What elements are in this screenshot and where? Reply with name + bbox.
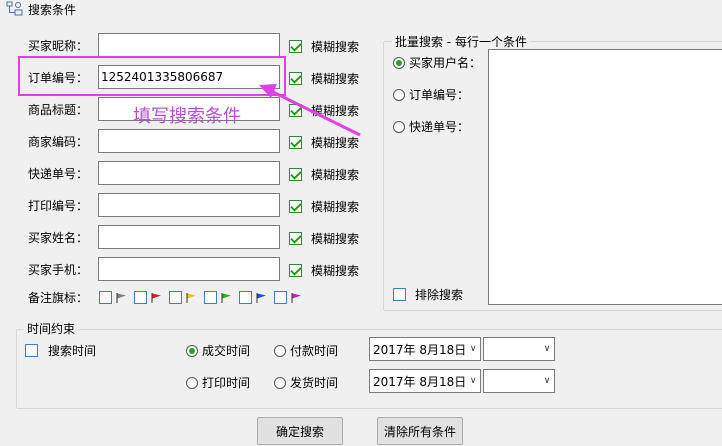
clear-conditions-button[interactable]: 清除所有条件 xyxy=(377,417,463,445)
search-conditions-icon xyxy=(6,1,23,16)
search-field-row: 买家昵称： 模糊搜索 xyxy=(0,33,380,57)
batch-option-label: 快递单号： xyxy=(409,120,470,134)
field-input[interactable] xyxy=(98,257,280,281)
red-flag-icon xyxy=(151,292,161,303)
flag-checkbox[interactable] xyxy=(204,291,217,304)
fuzzy-search-label: 模糊搜索 xyxy=(311,264,360,278)
field-label: 打印编号： xyxy=(27,199,88,213)
time-to-select[interactable]: ∨ xyxy=(483,369,555,393)
fuzzy-search-label: 模糊搜索 xyxy=(311,40,360,54)
time-from-select[interactable]: ∨ xyxy=(483,337,555,361)
batch-option-label: 买家用户名： xyxy=(409,56,482,70)
confirm-search-button[interactable]: 确定搜索 xyxy=(257,417,343,445)
field-label: 快递单号： xyxy=(27,167,88,181)
field-input[interactable] xyxy=(98,161,280,185)
field-label: 买家昵称： xyxy=(27,39,88,53)
batch-option-label: 订单编号： xyxy=(409,88,470,102)
batch-search-textarea[interactable] xyxy=(488,49,722,305)
batch-option[interactable]: 快递单号： xyxy=(393,118,469,135)
time-type-option[interactable]: 打印时间 xyxy=(186,374,250,391)
fuzzy-search-checkbox[interactable] xyxy=(289,232,302,245)
time-type-label: 付款时间 xyxy=(290,344,339,358)
chevron-down-icon[interactable]: ∨ xyxy=(466,344,480,354)
fuzzy-search-toggle[interactable]: 模糊搜索 xyxy=(289,230,359,247)
window-title-bar: 搜索条件 xyxy=(6,0,76,18)
field-label: 商家编码： xyxy=(27,135,88,149)
search-field-row: 买家手机： 模糊搜索 xyxy=(0,257,380,281)
fuzzy-search-label: 模糊搜索 xyxy=(311,232,360,246)
time-type-label: 发货时间 xyxy=(290,376,339,390)
flag-checkbox[interactable] xyxy=(169,291,182,304)
batch-option-radio[interactable] xyxy=(393,56,405,69)
batch-option[interactable]: 买家用户名： xyxy=(393,54,481,71)
purple-flag-icon xyxy=(291,292,301,303)
batch-option-radio[interactable] xyxy=(393,88,405,101)
yellow-flag-icon xyxy=(186,292,196,303)
field-input[interactable] xyxy=(98,193,280,217)
time-type-radio[interactable] xyxy=(274,344,286,357)
time-type-option[interactable]: 成交时间 xyxy=(186,342,250,359)
time-type-option[interactable]: 发货时间 xyxy=(274,374,338,391)
time-type-radio[interactable] xyxy=(274,376,286,389)
batch-option[interactable]: 订单编号： xyxy=(393,86,469,103)
fuzzy-search-label: 模糊搜索 xyxy=(311,200,360,214)
exclude-search-row[interactable]: 排除搜索 xyxy=(393,286,463,303)
field-input[interactable] xyxy=(98,33,280,57)
remark-flags-row: 备注旗标： xyxy=(0,289,306,306)
batch-search-title: 批量搜索 - 每行一个条件 xyxy=(392,33,530,50)
fuzzy-search-toggle[interactable]: 模糊搜索 xyxy=(289,262,359,279)
fuzzy-search-checkbox[interactable] xyxy=(289,200,302,213)
green-flag-icon xyxy=(221,292,231,303)
fuzzy-search-checkbox[interactable] xyxy=(289,264,302,277)
fuzzy-search-toggle[interactable]: 模糊搜索 xyxy=(289,166,359,183)
remark-flags-label: 备注旗标： xyxy=(27,291,88,305)
field-input[interactable] xyxy=(98,129,280,153)
exclude-search-label: 排除搜索 xyxy=(415,288,464,302)
flag-list xyxy=(99,291,306,304)
time-type-option[interactable]: 付款时间 xyxy=(274,342,338,359)
date-from-value: 2017年 8月18日 xyxy=(373,342,467,357)
gray-flag-icon xyxy=(116,292,126,303)
search-time-checkbox[interactable] xyxy=(25,344,38,357)
search-field-row: 买家姓名： 模糊搜索 xyxy=(0,225,380,249)
time-constraint-title: 时间约束 xyxy=(24,320,79,337)
field-label: 商品标题： xyxy=(27,103,88,117)
blue-flag-icon xyxy=(256,292,266,303)
highlight-box xyxy=(18,56,286,96)
annotation-arrow-icon xyxy=(259,84,361,137)
fuzzy-search-label: 模糊搜索 xyxy=(311,168,360,182)
chevron-down-icon[interactable]: ∨ xyxy=(540,344,554,354)
window-title: 搜索条件 xyxy=(28,2,77,17)
time-type-label: 打印时间 xyxy=(202,376,251,390)
date-from-picker[interactable]: 2017年 8月18日 ∨ xyxy=(369,337,481,361)
field-label: 买家姓名： xyxy=(27,231,88,245)
fuzzy-search-toggle[interactable]: 模糊搜索 xyxy=(289,198,359,215)
time-type-radio[interactable] xyxy=(186,344,198,357)
flag-checkbox[interactable] xyxy=(239,291,252,304)
fuzzy-search-toggle[interactable]: 模糊搜索 xyxy=(289,38,359,55)
search-field-row: 快递单号： 模糊搜索 xyxy=(0,161,380,185)
date-to-value: 2017年 8月18日 xyxy=(373,374,467,389)
exclude-search-checkbox[interactable] xyxy=(393,288,406,301)
flag-checkbox[interactable] xyxy=(134,291,147,304)
field-input[interactable] xyxy=(98,225,280,249)
fuzzy-search-checkbox[interactable] xyxy=(289,168,302,181)
chevron-down-icon[interactable]: ∨ xyxy=(540,376,554,386)
time-type-label: 成交时间 xyxy=(202,344,251,358)
search-field-row: 打印编号： 模糊搜索 xyxy=(0,193,380,217)
fuzzy-search-checkbox[interactable] xyxy=(289,40,302,53)
search-time-row[interactable]: 搜索时间 xyxy=(25,342,96,359)
chevron-down-icon[interactable]: ∨ xyxy=(466,376,480,386)
batch-option-radio[interactable] xyxy=(393,120,405,133)
date-to-picker[interactable]: 2017年 8月18日 ∨ xyxy=(369,369,481,393)
time-type-radio[interactable] xyxy=(186,376,198,389)
annotation-text: 填写搜索条件 xyxy=(133,106,241,127)
field-label: 买家手机： xyxy=(27,263,88,277)
flag-checkbox[interactable] xyxy=(99,291,112,304)
search-time-label: 搜索时间 xyxy=(48,344,97,358)
flag-checkbox[interactable] xyxy=(274,291,287,304)
